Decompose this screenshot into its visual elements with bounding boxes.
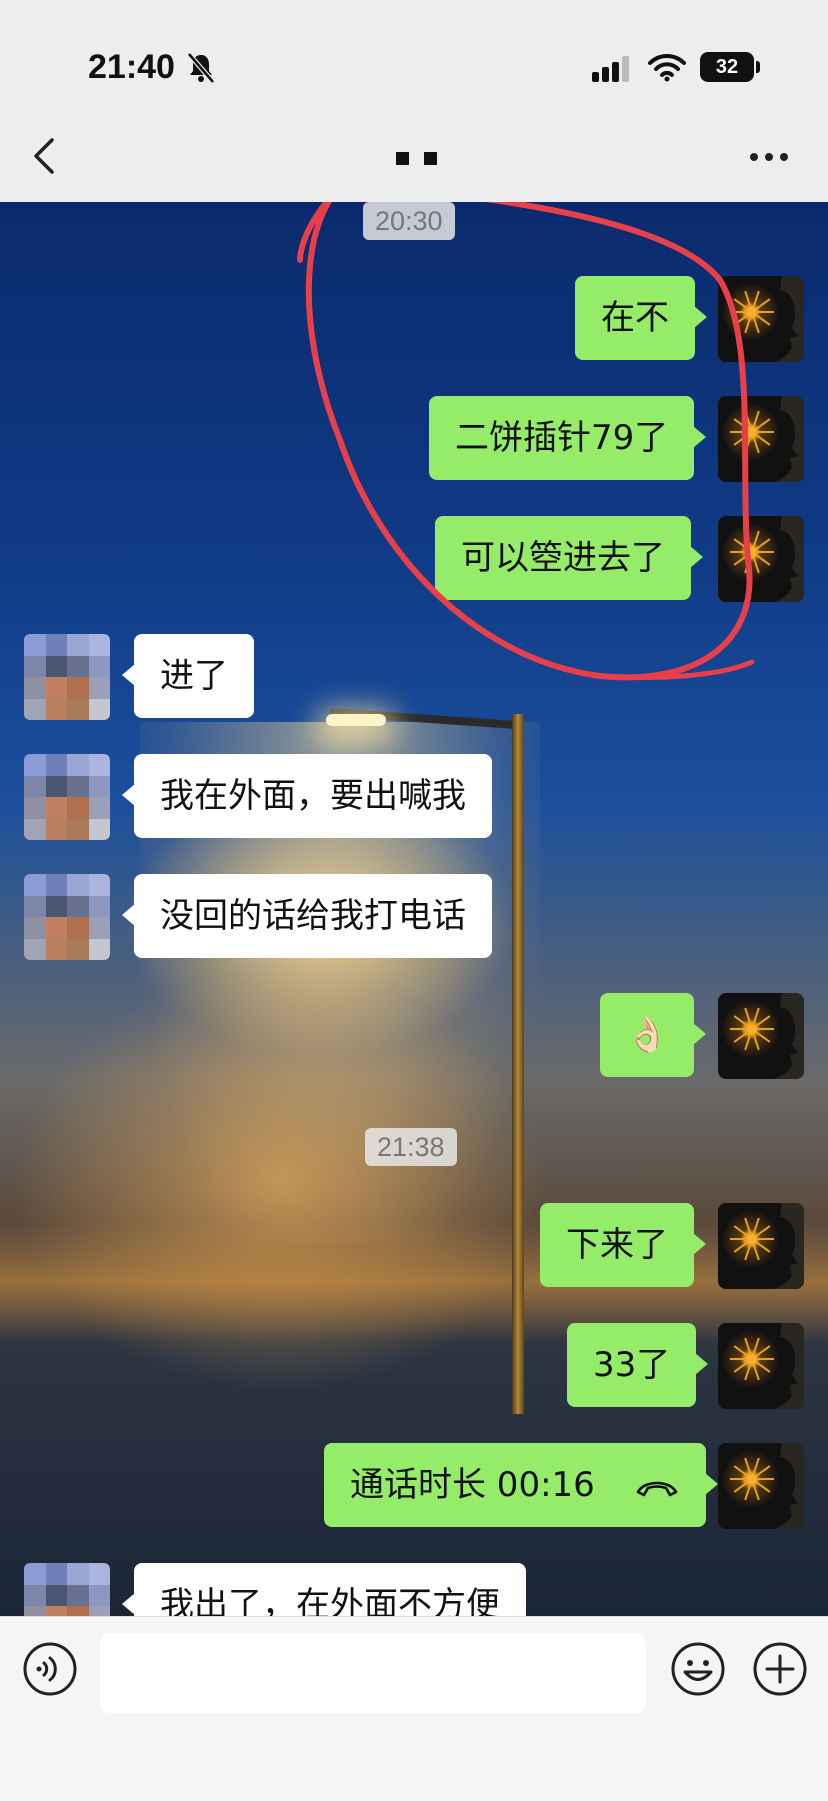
voice-icon[interactable] xyxy=(22,1641,78,1697)
wifi-icon xyxy=(648,53,686,82)
bell-off-icon xyxy=(187,52,215,84)
message-bubble-incoming[interactable]: 进了 xyxy=(122,634,254,718)
top-bar: 21:40 32 xyxy=(0,0,828,202)
message-bubble-incoming[interactable]: 我在外面，要出喊我 xyxy=(122,754,492,838)
sunburst-graphic xyxy=(730,1203,804,1289)
title-mosaic-block xyxy=(396,152,409,165)
status-time: 21:40 xyxy=(88,48,175,86)
phone-hangup-icon xyxy=(636,1481,677,1496)
message-bubble-outgoing[interactable]: 可以箜进去了 xyxy=(435,516,703,600)
title-mosaic-block xyxy=(424,152,437,165)
avatar-self[interactable] xyxy=(718,516,804,602)
message-bubble-outgoing[interactable]: 👌🏻 xyxy=(600,993,707,1077)
home-indicator-area xyxy=(0,1728,828,1801)
message-bubble-outgoing[interactable]: 在不 xyxy=(575,276,707,360)
message-bubble-outgoing[interactable]: 33了 xyxy=(567,1323,709,1407)
lamp-head xyxy=(326,714,386,726)
battery-icon: 32 xyxy=(700,52,754,82)
avatar-self[interactable] xyxy=(718,396,804,482)
ellipsis-icon[interactable] xyxy=(748,150,790,164)
avatar-self[interactable] xyxy=(718,1323,804,1409)
battery-tip xyxy=(756,61,760,73)
avatar-self[interactable] xyxy=(718,993,804,1079)
plus-icon[interactable] xyxy=(752,1641,808,1697)
timestamp: 20:30 xyxy=(363,202,455,240)
lamp-pole xyxy=(512,714,524,1414)
emoji-icon[interactable] xyxy=(670,1641,726,1697)
avatar-other[interactable] xyxy=(24,754,110,840)
avatar-other[interactable] xyxy=(24,874,110,960)
call-duration-text: 通话时长 00:16 xyxy=(350,1465,595,1505)
sunburst-graphic xyxy=(730,1443,804,1529)
avatar-self[interactable] xyxy=(718,1443,804,1529)
signal-icon xyxy=(592,56,629,82)
avatar-other[interactable] xyxy=(24,634,110,720)
avatar-self[interactable] xyxy=(718,1203,804,1289)
chevron-left-icon[interactable] xyxy=(28,136,64,176)
message-bubble-outgoing[interactable]: 二饼插针79了 xyxy=(429,396,707,480)
avatar-self[interactable] xyxy=(718,276,804,362)
sunburst-graphic xyxy=(730,993,804,1079)
message-bubble-incoming[interactable]: 没回的话给我打电话 xyxy=(122,874,492,958)
sunburst-graphic xyxy=(730,276,804,362)
message-input[interactable] xyxy=(100,1633,646,1713)
call-record-bubble[interactable]: 通话时长 00:16 xyxy=(324,1443,718,1527)
sunburst-graphic xyxy=(730,1323,804,1409)
sunburst-graphic xyxy=(730,516,804,602)
message-bubble-outgoing[interactable]: 下来了 xyxy=(540,1203,706,1287)
sunburst-graphic xyxy=(730,396,804,482)
input-bar xyxy=(0,1616,828,1728)
timestamp: 21:38 xyxy=(365,1128,457,1166)
